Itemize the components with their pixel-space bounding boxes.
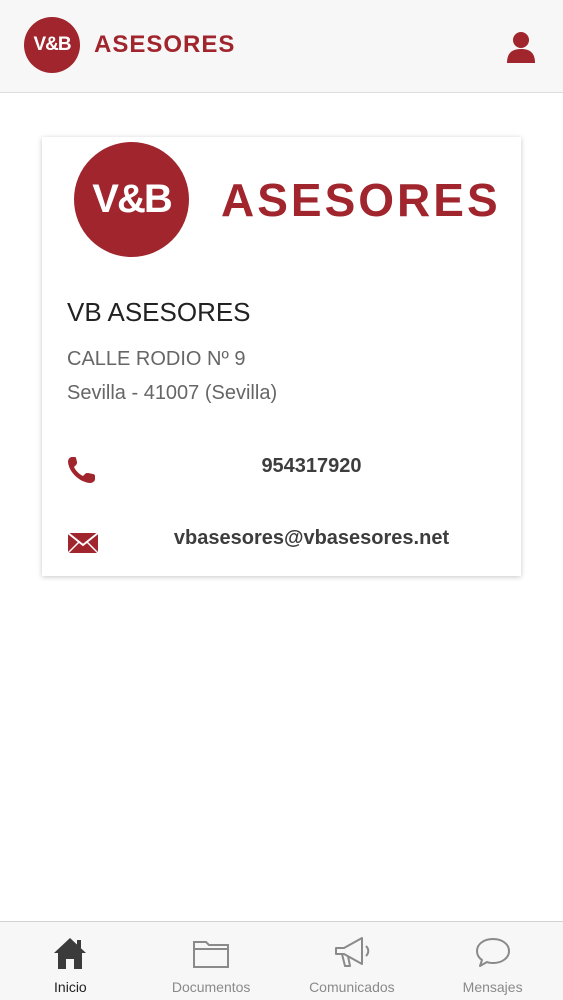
- tab-mensajes-label: Mensajes: [462, 979, 523, 995]
- email-address[interactable]: vbasesores@vbasesores.net: [102, 527, 521, 550]
- tab-documentos[interactable]: Documentos: [141, 922, 282, 1000]
- chat-bubble-icon: [475, 938, 510, 967]
- megaphone-icon: [334, 937, 370, 967]
- phone-row[interactable]: 954317920: [42, 449, 521, 489]
- email-row[interactable]: vbasesores@vbasesores.net: [42, 521, 521, 561]
- tab-inicio[interactable]: Inicio: [0, 922, 141, 1000]
- phone-number[interactable]: 954317920: [102, 455, 521, 478]
- tab-inicio-label: Inicio: [54, 979, 87, 995]
- company-logo-text: V&B: [92, 177, 172, 221]
- phone-icon: [68, 457, 95, 483]
- app-header: V&B ASESORES: [0, 0, 563, 93]
- header-brand-text: ASESORES: [94, 31, 236, 58]
- header-logo-text: V&B: [33, 34, 71, 55]
- user-icon[interactable]: [505, 30, 537, 64]
- tab-mensajes[interactable]: Mensajes: [422, 922, 563, 1000]
- app-screen: V&B ASESORES V&B ASESORES VB ASESORES CA…: [0, 0, 563, 1000]
- company-logo: V&B ASESORES: [74, 142, 501, 257]
- company-logo-brand: ASESORES: [221, 173, 501, 226]
- header-logo[interactable]: V&B ASESORES: [24, 17, 235, 73]
- tab-comunicados[interactable]: Comunicados: [282, 922, 423, 1000]
- company-name: VB ASESORES: [67, 297, 251, 327]
- bottom-tab-bar: Inicio Documentos Comunicados Mensajes: [0, 921, 563, 1000]
- envelope-icon: [67, 532, 99, 554]
- home-icon: [54, 938, 87, 969]
- folder-icon: [193, 941, 230, 968]
- header-logo-badge: V&B: [24, 17, 80, 73]
- address-street: CALLE RODIO Nº 9: [67, 348, 246, 370]
- company-logo-badge: V&B: [74, 142, 189, 257]
- company-card: V&B ASESORES VB ASESORES CALLE RODIO Nº …: [42, 137, 521, 576]
- tab-comunicados-label: Comunicados: [309, 979, 395, 995]
- tab-documentos-label: Documentos: [171, 979, 251, 995]
- address-city: Sevilla - 41007 (Sevilla): [67, 382, 278, 404]
